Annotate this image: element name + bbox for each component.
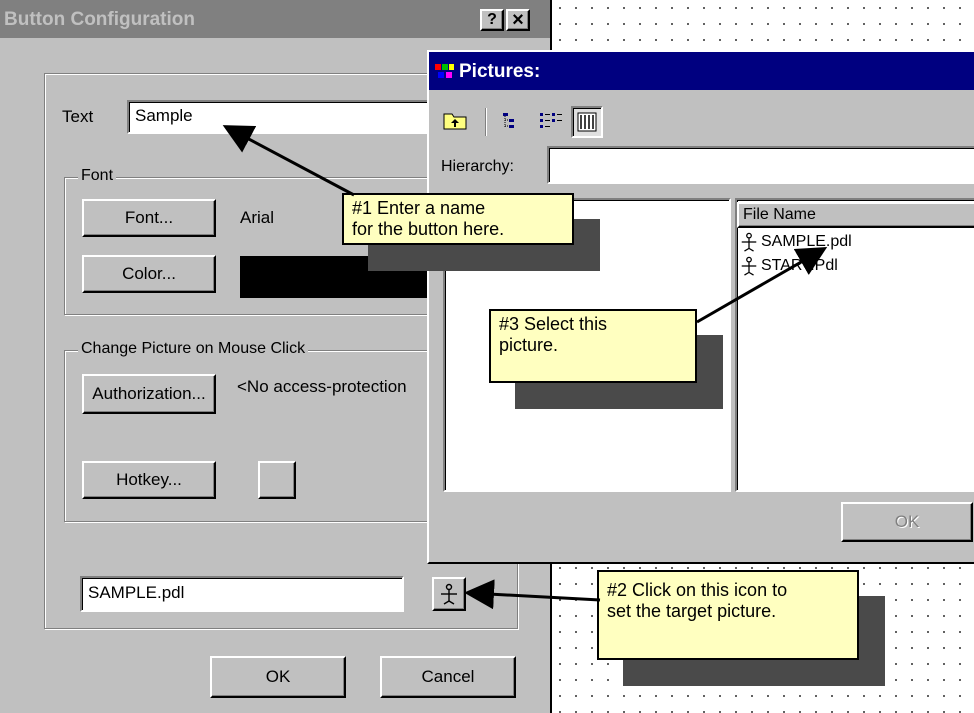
arrow-to-text-input — [222, 125, 355, 197]
arrow-to-sample-file — [696, 247, 828, 324]
arrow-to-browse-button — [464, 579, 601, 610]
callout-arrows — [222, 125, 828, 610]
